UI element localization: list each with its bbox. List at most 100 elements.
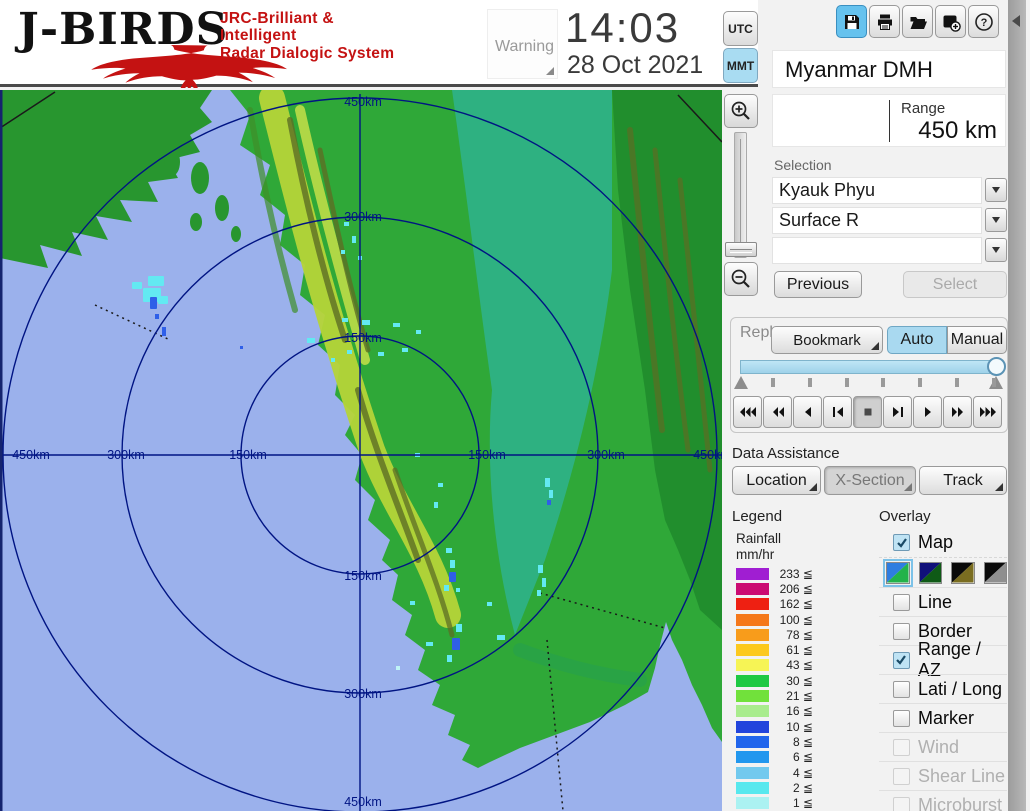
product-select[interactable]: Surface R	[772, 207, 982, 234]
map-style-olive[interactable]	[951, 562, 975, 584]
map-style-dark[interactable]	[919, 562, 943, 584]
previous-button[interactable]: Previous	[774, 271, 862, 298]
manual-button[interactable]: Manual	[947, 326, 1007, 354]
shear-line-checkbox	[893, 768, 910, 785]
overlay-item-range-az[interactable]: Range / AZ	[879, 645, 1007, 674]
legend-value: 8 ≦	[769, 735, 813, 749]
replay-slider-track[interactable]	[740, 360, 1002, 374]
jbirds-app: J-BIRDS JRC-Brilliant & Intelligent Rada…	[0, 0, 1030, 811]
fast-rewind-3-button[interactable]	[733, 396, 762, 428]
save-icon	[842, 12, 862, 32]
replay-slider-handle[interactable]	[987, 357, 1006, 376]
xsection-label: X-Section	[835, 472, 904, 490]
help-button[interactable]: ?	[968, 5, 999, 38]
legend-swatch	[736, 797, 769, 809]
station-title: Myanmar DMH	[785, 57, 933, 83]
legend-value: 21 ≦	[769, 689, 813, 703]
check-icon	[895, 654, 907, 666]
print-button[interactable]	[869, 5, 900, 38]
lati-long-checkbox[interactable]	[893, 681, 910, 698]
border-checkbox[interactable]	[893, 623, 910, 640]
range-divider	[889, 100, 890, 142]
xsection-button[interactable]: X-Section	[824, 466, 916, 495]
legend-row: 162 ≦	[736, 597, 813, 612]
slider-start-marker-icon[interactable]	[734, 376, 748, 389]
range-box: Range 450 km	[772, 94, 1006, 147]
map-style-gray[interactable]	[984, 562, 1008, 584]
option-select[interactable]	[772, 237, 982, 264]
dist-label-v4: 300km	[344, 687, 382, 701]
select-button[interactable]: Select	[903, 271, 1007, 298]
legend-row: 21 ≦	[736, 688, 813, 703]
zoom-out-button[interactable]	[724, 262, 758, 296]
track-label: Track	[943, 472, 982, 490]
mmt-button[interactable]: MMT	[723, 48, 758, 83]
zoom-slider-track[interactable]	[734, 132, 747, 258]
fast-rewind-2-button[interactable]	[763, 396, 792, 428]
station-select-arrow-button[interactable]	[985, 178, 1007, 202]
option-select-arrow-button[interactable]	[985, 238, 1007, 262]
overlay-item-label: Microburst	[918, 795, 1002, 811]
utc-button[interactable]: UTC	[723, 11, 758, 46]
svg-text:?: ?	[980, 17, 987, 29]
warning-button[interactable]: Warning	[487, 9, 558, 79]
map-zoom-controls	[722, 92, 760, 307]
add-image-button[interactable]	[935, 5, 966, 38]
zoom-in-button[interactable]	[724, 94, 758, 128]
microburst-checkbox	[893, 797, 910, 811]
range-value: 450 km	[918, 117, 997, 145]
bookmark-label: Bookmark	[793, 332, 861, 349]
overlay-item-marker[interactable]: Marker	[879, 703, 1007, 732]
overlay-item-lati-long[interactable]: Lati / Long	[879, 674, 1007, 703]
panel-collapse-strip[interactable]	[1008, 0, 1026, 811]
save-button[interactable]	[836, 5, 867, 38]
play-button[interactable]	[913, 396, 942, 428]
map-checkbox[interactable]	[893, 534, 910, 551]
legend-row: 1 ≦	[736, 795, 813, 810]
overlay-label: Overlay	[879, 508, 931, 525]
map-style-terrain[interactable]	[886, 562, 910, 584]
location-label: Location	[746, 472, 807, 490]
location-button[interactable]: Location	[732, 466, 821, 495]
range-az-checkbox[interactable]	[893, 652, 910, 669]
legend-swatch	[736, 598, 769, 610]
overlay-item-label: Line	[918, 592, 952, 613]
bookmark-button[interactable]: Bookmark	[771, 326, 883, 354]
legend-swatch	[736, 751, 769, 763]
chevron-down-icon	[992, 217, 1000, 223]
step-forward-button[interactable]	[883, 396, 912, 428]
fast-forward-3-button[interactable]	[973, 396, 1002, 428]
legend-value: 43 ≦	[769, 658, 813, 672]
collapse-left-arrow-icon	[1012, 15, 1020, 27]
fast-forward-2-button[interactable]	[943, 396, 972, 428]
legend-value: 10 ≦	[769, 720, 813, 734]
dist-label-v3: 150km	[344, 569, 382, 583]
selection-label: Selection	[774, 157, 832, 173]
step-back-icon	[831, 406, 845, 418]
station-title-box: Myanmar DMH	[772, 50, 1006, 88]
line-checkbox[interactable]	[893, 594, 910, 611]
product-select-arrow-button[interactable]	[985, 208, 1007, 232]
play-reverse-button[interactable]	[793, 396, 822, 428]
overlay-item-shear-line: Shear Line	[879, 761, 1007, 790]
legend-value: 100 ≦	[769, 613, 813, 627]
auto-button[interactable]: Auto	[887, 326, 947, 354]
play-reverse-icon	[802, 406, 814, 418]
playback-bar	[733, 396, 1002, 428]
step-forward-icon	[891, 406, 905, 418]
overlay-item-map[interactable]: Map	[879, 528, 1007, 557]
station-select[interactable]: Kyauk Phyu	[772, 177, 982, 204]
zoom-slider-handle[interactable]	[725, 242, 757, 257]
marker-checkbox[interactable]	[893, 710, 910, 727]
play-icon	[922, 406, 934, 418]
legend-swatch	[736, 705, 769, 717]
track-button[interactable]: Track	[919, 466, 1007, 495]
radar-map[interactable]: 450km 300km 150km 150km 300km 450km 450k…	[0, 90, 722, 811]
stop-button[interactable]	[853, 396, 882, 428]
chevron-down-icon	[992, 187, 1000, 193]
step-back-button[interactable]	[823, 396, 852, 428]
open-folder-button[interactable]	[902, 5, 933, 38]
legend-unit-line2: mm/hr	[736, 547, 774, 562]
overlay-item-line[interactable]: Line	[879, 587, 1007, 616]
legend-value: 16 ≦	[769, 704, 813, 718]
